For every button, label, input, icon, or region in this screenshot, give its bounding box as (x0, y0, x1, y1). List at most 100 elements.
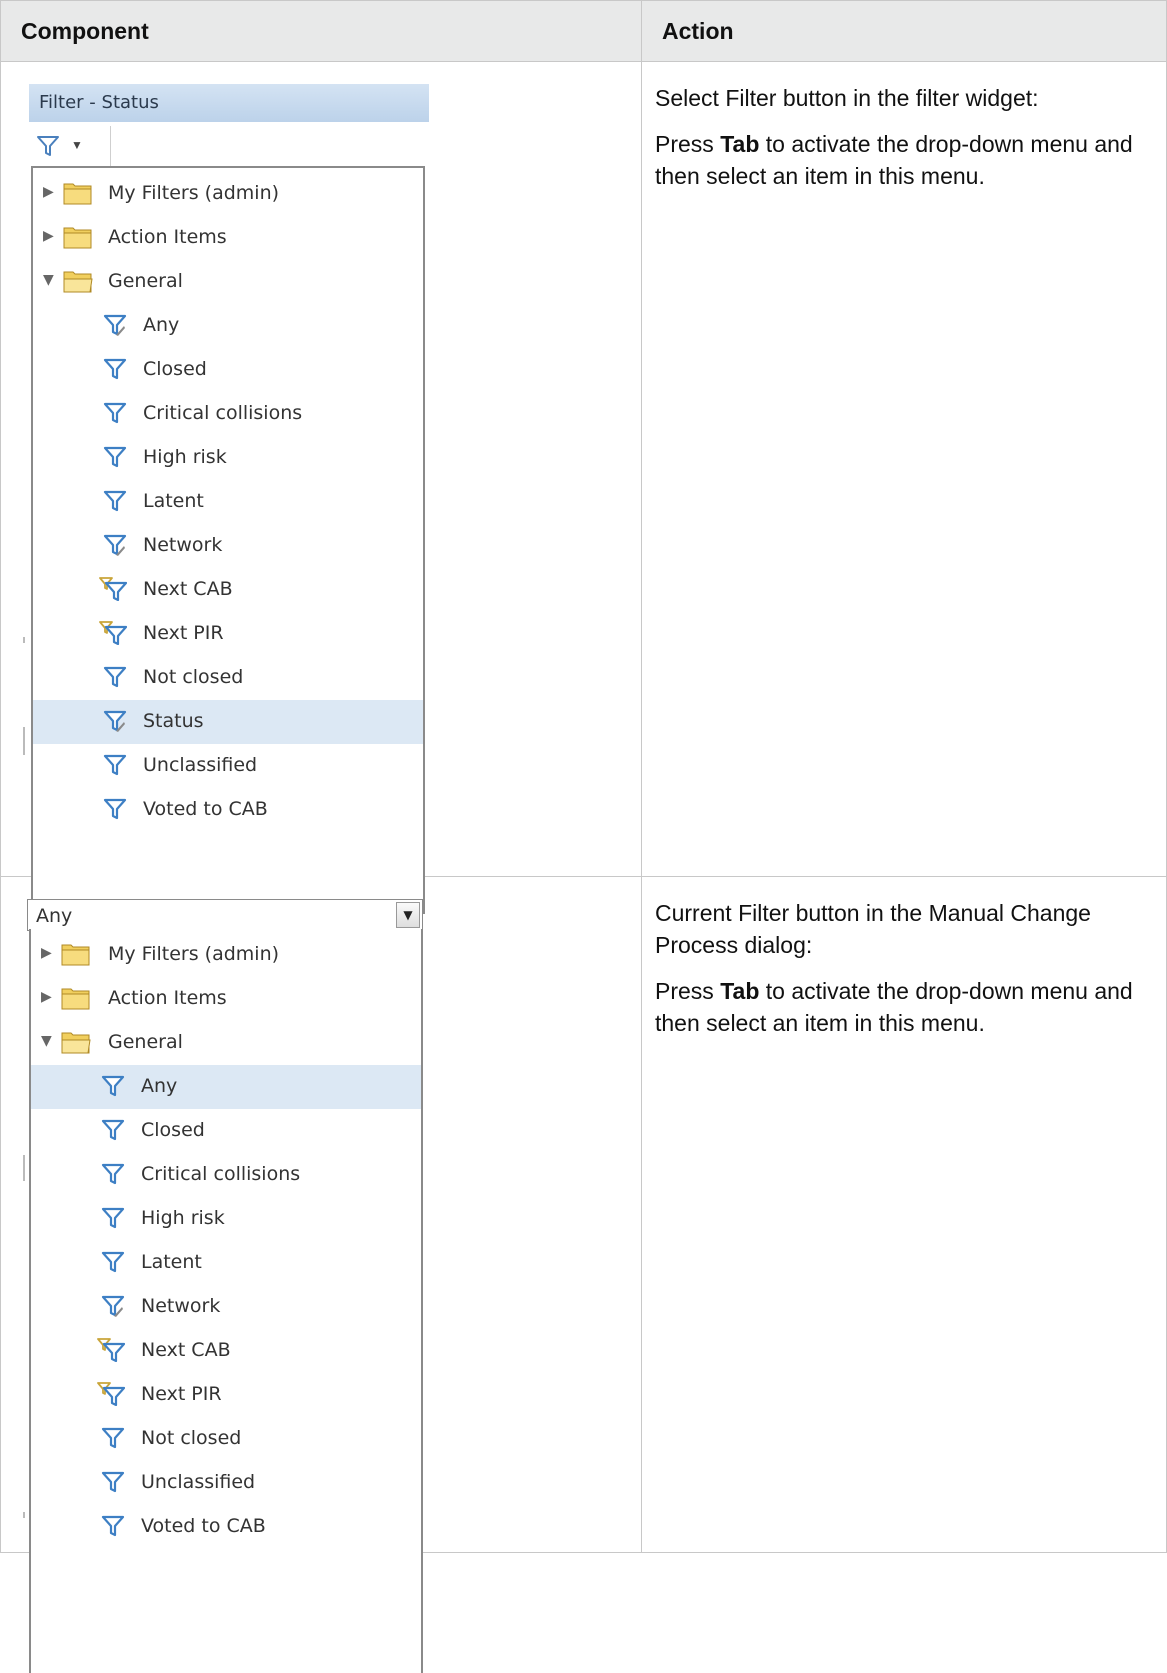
expanded-arrow-icon[interactable]: ▼ (43, 272, 54, 288)
current-filter-tree-menu: ▶ My Filters (admin) ▶ Action Items ▼ General… (29, 929, 423, 1673)
tree-item-label: Any (141, 1075, 178, 1097)
tree-item-label: Next PIR (143, 622, 224, 644)
combo-value: Any (36, 905, 73, 927)
filter-icon (103, 401, 127, 430)
tree-folder-label: My Filters (admin) (108, 182, 280, 204)
action-cell-filter-widget: Select Filter button in the filter widge… (641, 61, 1167, 877)
dropdown-caret-icon: ▼ (71, 138, 83, 152)
action-intro: Select Filter button in the filter widge… (655, 85, 1039, 111)
tree-folder-label: General (108, 270, 183, 292)
tree-item-label: Network (143, 534, 223, 556)
tree-folder-row[interactable]: ▶ Action Items (33, 216, 423, 260)
filter-shared-icon (103, 533, 127, 562)
filter-tree-menu: ▶ My Filters (admin) ▶ Action Items ▼ General… (31, 166, 425, 914)
filter-icon (103, 357, 127, 386)
filter-composite-icon (97, 1382, 126, 1411)
tree-item-label: Latent (141, 1251, 202, 1273)
tree-item[interactable]: Closed (31, 1109, 421, 1153)
tree-item[interactable]: High risk (33, 436, 423, 480)
column-header-action: Action (641, 0, 1167, 62)
tree-item-label: Next CAB (141, 1339, 231, 1361)
border-fragment (23, 727, 25, 755)
tree-item[interactable]: Latent (33, 480, 423, 524)
border-fragment (23, 1155, 25, 1181)
tree-item-label: Closed (143, 358, 207, 380)
tree-item-label: Voted to CAB (141, 1515, 266, 1537)
filter-composite-icon (99, 577, 128, 606)
tree-item[interactable]: Closed (33, 348, 423, 392)
tree-folder-label: Action Items (108, 987, 227, 1009)
tree-item[interactable]: Critical collisions (31, 1153, 421, 1197)
collapsed-arrow-icon[interactable]: ▶ (43, 228, 54, 244)
tree-item[interactable]: Next PIR (33, 612, 423, 656)
tree-item[interactable]: Unclassified (33, 744, 423, 788)
tree-item-selected[interactable]: Status (33, 700, 423, 744)
tree-item[interactable]: Latent (31, 1241, 421, 1285)
collapsed-arrow-icon[interactable]: ▶ (41, 989, 52, 1005)
filter-icon (101, 1250, 125, 1279)
action-intro: Current Filter button in the Manual Chan… (655, 900, 1091, 958)
tree-item[interactable]: Not closed (31, 1417, 421, 1461)
select-filter-button[interactable]: ▼ (31, 126, 111, 166)
filter-shared-icon (101, 1294, 125, 1323)
tab-key-label: Tab (720, 978, 760, 1004)
tree-item-label: Next CAB (143, 578, 233, 600)
folder-open-icon (63, 269, 93, 298)
current-filter-combobox[interactable]: Any ▼ (27, 899, 423, 931)
tree-item[interactable]: Next PIR (31, 1373, 421, 1417)
collapsed-arrow-icon[interactable]: ▶ (41, 945, 52, 961)
border-fragment (23, 1512, 25, 1518)
tree-item-label: Not closed (141, 1427, 242, 1449)
filter-icon (103, 753, 127, 782)
action-instruction: Press Tab to activate the drop-down menu… (655, 131, 1133, 189)
tree-folder-label: General (108, 1031, 183, 1053)
filter-icon (103, 489, 127, 518)
tree-item[interactable]: Unclassified (31, 1461, 421, 1505)
filter-composite-icon (97, 1338, 126, 1367)
tree-item[interactable]: Next CAB (33, 568, 423, 612)
filter-widget-header: Filter - Status (29, 84, 429, 122)
component-cell-current-filter: Any ▼ ▶ My Filters (admin) ▶ Action Items ▼ G… (0, 876, 642, 1673)
tab-key-label: Tab (720, 131, 760, 157)
tree-folder-row[interactable]: ▶ Action Items (31, 977, 421, 1021)
filter-icon (101, 1206, 125, 1235)
tree-item[interactable]: Network (33, 524, 423, 568)
filter-icon (101, 1074, 125, 1103)
collapsed-arrow-icon[interactable]: ▶ (43, 184, 54, 200)
tree-item-label: Not closed (143, 666, 244, 688)
tree-item-label: Next PIR (141, 1383, 222, 1405)
tree-item[interactable]: Next CAB (31, 1329, 421, 1373)
folder-icon (63, 225, 93, 254)
combo-dropdown-button[interactable]: ▼ (396, 902, 420, 928)
tree-folder-row[interactable]: ▼ General (33, 260, 423, 304)
filter-icon (101, 1162, 125, 1191)
tree-item[interactable]: Critical collisions (33, 392, 423, 436)
tree-folder-row[interactable]: ▶ My Filters (admin) (33, 172, 423, 216)
component-cell-filter-widget: Filter - Status ▼ ▶ My Filters (admin) ▶ Ac… (0, 61, 642, 914)
filter-icon (101, 1514, 125, 1543)
column-header-component: Component (0, 0, 642, 62)
filter-icon (103, 445, 127, 474)
tree-item[interactable]: Not closed (33, 656, 423, 700)
filter-icon (101, 1470, 125, 1499)
tree-item[interactable]: Network (31, 1285, 421, 1329)
tree-item[interactable]: Any (33, 304, 423, 348)
folder-open-icon (61, 1030, 91, 1059)
tree-folder-row[interactable]: ▶ My Filters (admin) (31, 933, 421, 977)
tree-item-label: Critical collisions (143, 402, 303, 424)
tree-item[interactable]: Voted to CAB (31, 1505, 421, 1549)
tree-item[interactable]: Voted to CAB (33, 788, 423, 832)
action-instruction: Press Tab to activate the drop-down menu… (655, 978, 1133, 1036)
filter-icon (103, 797, 127, 826)
tree-folder-label: Action Items (108, 226, 227, 248)
folder-icon (61, 942, 91, 971)
tree-folder-row[interactable]: ▼ General (31, 1021, 421, 1065)
expanded-arrow-icon[interactable]: ▼ (41, 1033, 52, 1049)
tree-item-label: High risk (141, 1207, 225, 1229)
tree-item-selected[interactable]: Any (31, 1065, 421, 1109)
filter-shared-icon (103, 709, 127, 738)
filter-composite-icon (99, 621, 128, 650)
tree-item-label: Unclassified (141, 1471, 256, 1493)
tree-item[interactable]: High risk (31, 1197, 421, 1241)
folder-icon (61, 986, 91, 1015)
